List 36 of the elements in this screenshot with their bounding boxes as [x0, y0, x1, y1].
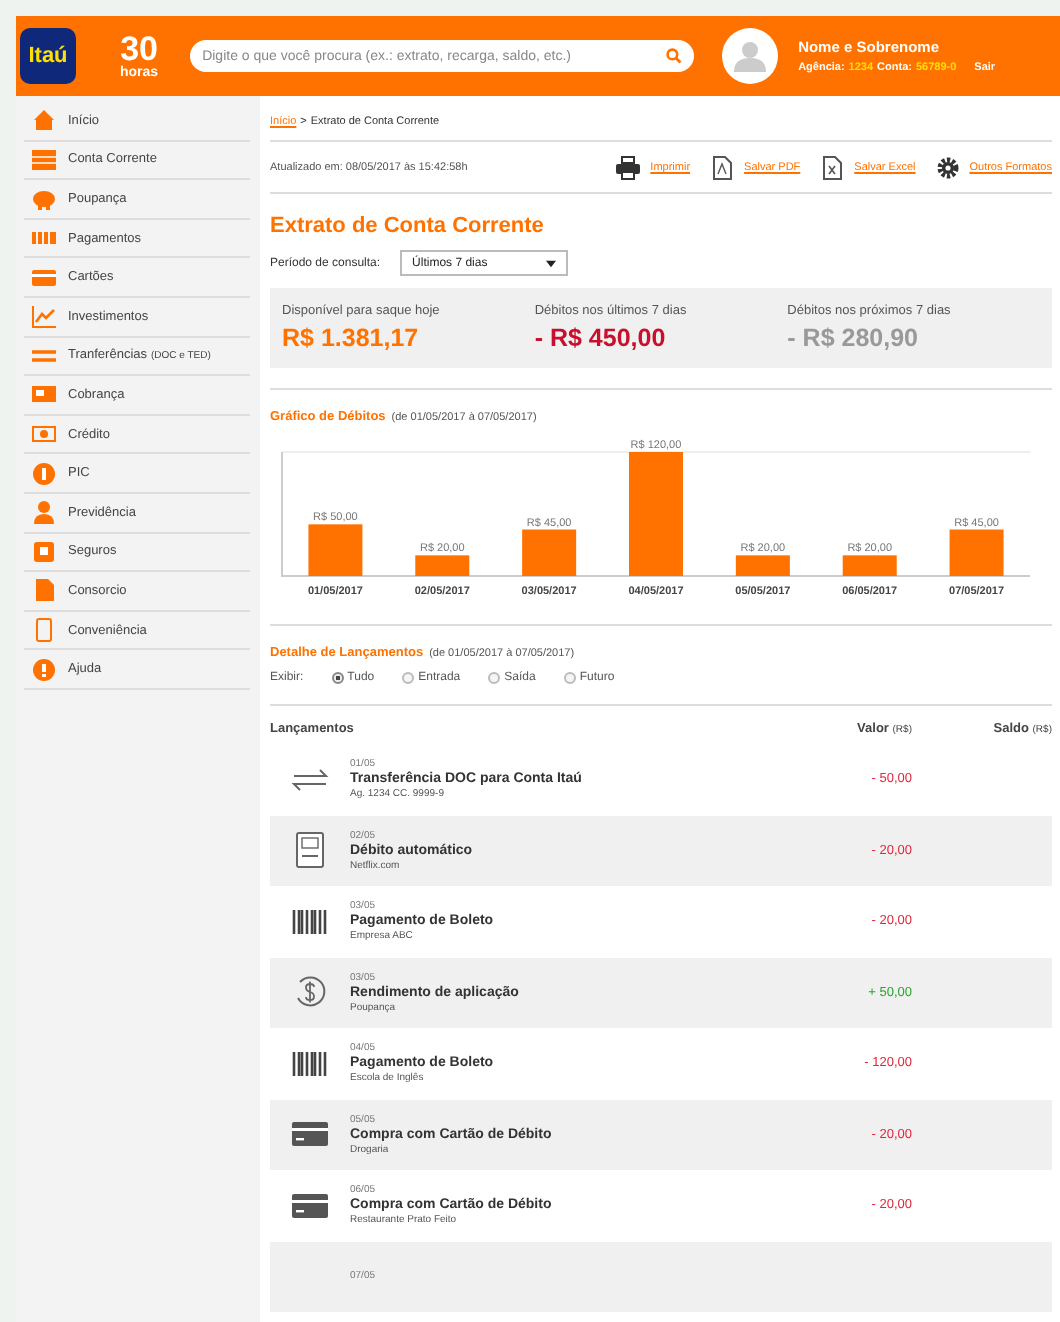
- settings-icon: [935, 156, 960, 180]
- chart-bar: [308, 524, 363, 576]
- home-icon: [32, 108, 56, 133]
- bank-logo[interactable]: Itaú: [20, 28, 76, 84]
- dollar-circle-icon: [292, 974, 328, 1011]
- chart-icon: [32, 304, 56, 329]
- transfer-arrows-icon: [290, 767, 330, 792]
- card-icon: [292, 1193, 328, 1218]
- chart-bar: [522, 529, 577, 576]
- chart-bar: [949, 529, 1004, 576]
- card-icon: [32, 265, 56, 290]
- avatar[interactable]: [722, 28, 779, 84]
- barcode-icon: [292, 909, 328, 934]
- person-icon: [32, 500, 56, 525]
- summary-value: R$ 1.381,17: [282, 324, 421, 352]
- doc-icon: [32, 578, 56, 603]
- hours-number: 30: [120, 32, 158, 66]
- pdf-file-icon: [710, 156, 735, 180]
- summary-value: - R$ 280,90: [787, 324, 920, 352]
- piggy-icon: [32, 186, 56, 211]
- excel-file-icon: [820, 156, 845, 180]
- chart-bar: [629, 452, 683, 576]
- caret-icon: [546, 259, 557, 267]
- lines-icon: [32, 147, 56, 172]
- printer-icon: [616, 156, 641, 180]
- user-silhouette-icon: [734, 40, 767, 72]
- summary-value: - R$ 450,00: [534, 324, 668, 352]
- chart-bar: [415, 555, 470, 576]
- card-icon: [292, 1122, 328, 1147]
- document-icon: [296, 832, 324, 869]
- search-icon[interactable]: [666, 48, 683, 64]
- barcode-icon: [292, 1051, 328, 1076]
- phone-icon: [32, 618, 56, 643]
- chart-bar: [842, 555, 897, 576]
- page-title: Extrato de Conta Corrente: [270, 214, 546, 238]
- chart-bar: [735, 555, 790, 576]
